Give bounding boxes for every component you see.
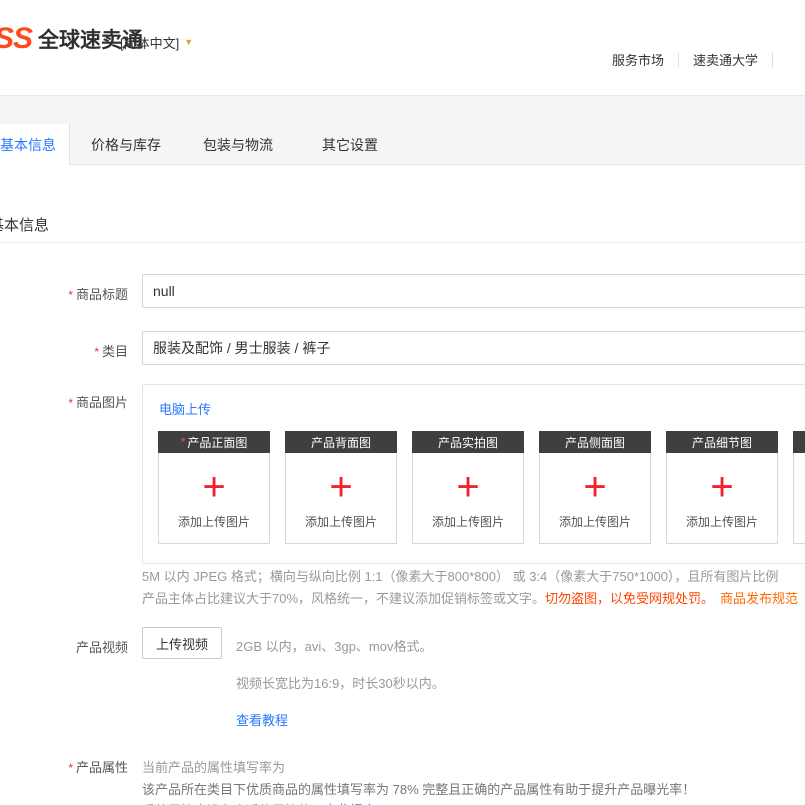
upload-slot-real-shot[interactable]: 产品实拍图 + 添加上传图片 (412, 431, 524, 544)
image-upload-panel: 电脑上传 *产品正面图 + 添加上传图片 产品背面图 + 添加上传图片 产品实拍… (142, 384, 805, 564)
tab-price-stock[interactable]: 价格与库存 (70, 124, 182, 165)
upload-slot-title-text: 产品细节图 (692, 434, 752, 451)
upload-slot-title: *产品正面图 (158, 431, 270, 453)
upload-slot-dropzone: + 添加上传图片 (412, 453, 524, 544)
field-label-product-video: 产品视频 (0, 637, 136, 656)
divider (772, 53, 773, 67)
upload-slot-back[interactable]: 产品背面图 + 添加上传图片 (285, 431, 397, 544)
product-title-input[interactable] (142, 274, 805, 308)
upload-slot-dropzone: + 添加上传图片 (666, 453, 778, 544)
upload-slot-row: *产品正面图 + 添加上传图片 产品背面图 + 添加上传图片 产品实拍图 + 添… (158, 431, 805, 544)
upload-slot-extra[interactable]: + (793, 431, 805, 544)
image-warning-text: 切勿盗图，以免受网规处罚。 (545, 591, 714, 606)
top-nav: 服务市场 速卖通大学 (598, 50, 773, 69)
upload-slot-dropzone: + 添加上传图片 (158, 453, 270, 544)
field-label-text: 产品视频 (76, 640, 128, 655)
required-asterisk: * (94, 345, 99, 359)
upload-slot-title: 产品背面图 (285, 431, 397, 453)
product-publish-page: SS 全球速卖通 [简体中文] ▼ 服务市场 速卖通大学 基本信息 价格与库存 … (0, 0, 805, 805)
image-rules-hint: 产品主体占比建议大于70%，风格统一，不建议添加促销标签或文字。切勿盗图，以免受… (142, 588, 798, 607)
image-rules-hint-text: 产品主体占比建议大于70%，风格统一，不建议添加促销标签或文字。 (142, 591, 545, 606)
tab-other-settings[interactable]: 其它设置 (294, 124, 406, 165)
tab-packaging-logistics[interactable]: 包装与物流 (182, 124, 294, 165)
caret-down-icon: ▼ (184, 38, 193, 47)
attribute-suggest-text: 系统属性中没有合适的属性值？点此提交 (142, 800, 376, 805)
nav-item-university[interactable]: 速卖通大学 (693, 50, 758, 69)
upload-slot-side[interactable]: 产品侧面图 + 添加上传图片 (539, 431, 651, 544)
tab-basic-info[interactable]: 基本信息 (0, 124, 70, 165)
field-label-text: 商品图片 (76, 395, 128, 410)
upload-slot-title: 产品实拍图 (412, 431, 524, 453)
required-asterisk: * (68, 396, 73, 410)
nav-item-service-market[interactable]: 服务市场 (612, 50, 664, 69)
plus-icon: + (583, 467, 606, 507)
upload-slot-action: 添加上传图片 (559, 513, 631, 530)
upload-slot-dropzone: + 添加上传图片 (539, 453, 651, 544)
upload-slot-detail[interactable]: 产品细节图 + 添加上传图片 (666, 431, 778, 544)
divider (678, 53, 679, 67)
brand-logo-icon: SS (0, 22, 32, 56)
upload-slot-dropzone: + (793, 453, 805, 544)
upload-slot-title (793, 431, 805, 453)
pc-upload-link[interactable]: 电脑上传 (159, 399, 211, 418)
required-asterisk: * (68, 761, 73, 775)
video-ratio-hint: 视频长宽比为16:9，时长30秒以内。 (236, 673, 445, 692)
upload-slot-dropzone: + 添加上传图片 (285, 453, 397, 544)
upload-slot-title: 产品侧面图 (539, 431, 651, 453)
section-divider (0, 242, 805, 243)
upload-slot-title-text: 产品实拍图 (438, 434, 498, 451)
upload-slot-front[interactable]: *产品正面图 + 添加上传图片 (158, 431, 270, 544)
plus-icon: + (710, 467, 733, 507)
field-label-category: *类目 (0, 341, 136, 360)
video-tutorial-link[interactable]: 查看教程 (236, 710, 288, 729)
upload-slot-title-text: 产品背面图 (311, 434, 371, 451)
field-label-product-images: *商品图片 (0, 392, 136, 411)
attribute-benchmark-text: 该产品所在类目下优质商品的属性填写率为 78% 完整且正确的产品属性有助于提升产… (142, 779, 695, 798)
publishing-rules-link[interactable]: 商品发布规范 (720, 591, 798, 606)
field-label-text: 商品标题 (76, 287, 128, 302)
field-label-product-title: *商品标题 (0, 284, 136, 303)
upload-slot-action: 添加上传图片 (432, 513, 504, 530)
plus-icon: + (202, 467, 225, 507)
upload-slot-title-text: 产品侧面图 (565, 434, 625, 451)
language-selector[interactable]: [简体中文] ▼ (120, 33, 193, 52)
plus-icon: + (329, 467, 352, 507)
category-input[interactable] (142, 331, 805, 365)
field-label-product-attributes: *产品属性 (0, 757, 136, 776)
language-label: [简体中文] (120, 33, 179, 52)
tab-bar: 基本信息 价格与库存 包装与物流 其它设置 (0, 124, 406, 165)
video-format-hint: 2GB 以内，avi、3gp、mov格式。 (236, 636, 433, 655)
attribute-fill-rate-text: 当前产品的属性填写率为 (142, 757, 285, 776)
image-format-hint: 5M 以内 JPEG 格式；横向与纵向比例 1:1（像素大于800*800） 或… (142, 566, 778, 585)
section-title: 基本信息 (0, 214, 49, 235)
upload-slot-title-text: 产品正面图 (187, 434, 247, 451)
field-label-text: 产品属性 (76, 760, 128, 775)
upload-slot-action: 添加上传图片 (686, 513, 758, 530)
required-asterisk: * (68, 288, 73, 302)
plus-icon: + (456, 467, 479, 507)
upload-video-button[interactable]: 上传视频 (142, 627, 222, 659)
upload-slot-action: 添加上传图片 (305, 513, 377, 530)
upload-slot-title: 产品细节图 (666, 431, 778, 453)
top-header: SS 全球速卖通 [简体中文] ▼ 服务市场 速卖通大学 (0, 0, 805, 95)
field-label-text: 类目 (102, 344, 128, 359)
required-asterisk: * (181, 435, 186, 449)
upload-slot-action: 添加上传图片 (178, 513, 250, 530)
